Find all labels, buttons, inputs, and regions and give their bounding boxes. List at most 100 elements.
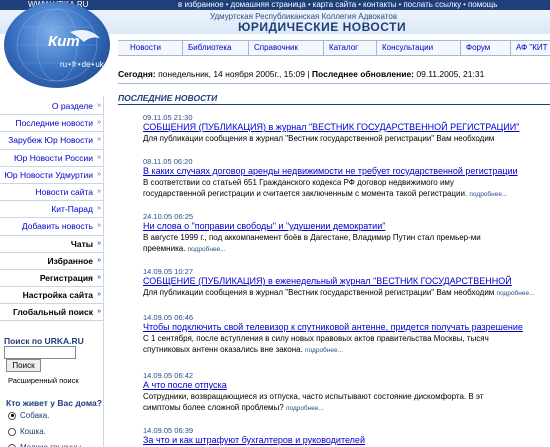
updated-value: 09.11.2005, 21:31 <box>416 69 485 79</box>
news-date: 24.10.05 06:25 <box>143 212 194 221</box>
sidebar-item[interactable]: Глобальный поиск » <box>0 304 103 322</box>
sidebar-item[interactable]: Зарубеж Юр Новости » <box>0 132 103 150</box>
updated-label: Последнее обновление: <box>311 69 415 79</box>
poll-option[interactable]: Кошка. <box>8 427 46 436</box>
news-text: В августе 1999 г., под аккомпанемент боё… <box>143 232 550 243</box>
sidebar-item[interactable]: Чаты » <box>0 236 103 253</box>
sidebar-item[interactable]: Новости сайта » <box>0 184 103 202</box>
nav-tab[interactable]: Каталог <box>329 43 358 52</box>
date-divider <box>118 83 550 84</box>
top-link[interactable]: карта сайта <box>313 0 357 9</box>
globe-logo[interactable]: Кит ru•fr•de•uk <box>4 2 110 88</box>
date-separator: | <box>307 69 310 79</box>
language-link[interactable]: de <box>82 60 91 69</box>
top-link[interactable]: в избранное <box>178 0 224 9</box>
top-link[interactable]: контакты <box>363 0 396 9</box>
sidebar-item-label: Юр Новости Удмуртии <box>4 169 93 180</box>
sidebar-item[interactable]: О разделе » <box>0 98 103 116</box>
chevron-right-icon: » <box>97 239 101 247</box>
more-link[interactable]: подробнее... <box>497 290 535 297</box>
news-date: 14.09.05 06:46 <box>143 313 194 322</box>
sidebar: О разделе» Последние новости» Зарубеж Юр Н… <box>0 98 103 322</box>
news-title-link[interactable]: СОБЩЕНИЯ (ПУБЛИКАЦИЯ) в журнал "ВЕСТНИК … <box>143 122 550 133</box>
sidebar-item-label: Юр Новости России <box>14 152 93 163</box>
news-text-line: Для публикации сообщения в журнал "Вестн… <box>143 288 495 297</box>
logo-text: Кит <box>48 33 80 50</box>
news-text: спутниковых антенн оказались вне закона.… <box>143 344 550 356</box>
news-text-line: С 1 сентября, после вступления в силу но… <box>143 334 489 343</box>
more-link[interactable]: подробнее... <box>188 246 226 253</box>
chevron-right-icon: » <box>97 291 101 299</box>
chevron-right-icon: » <box>97 273 101 281</box>
radio-icon[interactable] <box>8 427 16 436</box>
poll-option-label: Мелкие грызуны. <box>20 443 83 447</box>
news-title-link[interactable]: Ни слова о "поправии свободы" и "удушени… <box>143 221 550 232</box>
news-text-line: преемника. <box>143 244 186 253</box>
news-text: Для публикации сообщения в журнал "Вестн… <box>143 287 550 299</box>
site-title: ЮРИДИЧЕСКИЕ НОВОСТИ <box>238 20 407 34</box>
news-title-link[interactable]: За что и как штрафуют бухгалтеров и руко… <box>143 435 550 446</box>
news-text-line: Для публикации сообщения в журнал "Вестн… <box>143 134 495 143</box>
advanced-search-link[interactable]: Расширенный поиск <box>8 376 79 385</box>
sidebar-item[interactable]: Кит-Парад » <box>0 201 103 219</box>
nav-tab-separator <box>376 41 377 55</box>
news-text: преемника. подробнее... <box>143 243 550 255</box>
top-link[interactable]: домашняя страница <box>231 0 306 9</box>
nav-tab[interactable]: Библиотека <box>188 43 232 52</box>
nav-tab-separator <box>182 41 183 55</box>
news-section-title: ПОСЛЕДНИЕ НОВОСТИ <box>118 93 218 103</box>
news-date: 14.09.05 06:42 <box>143 371 194 380</box>
news-date: 14.09.05 10:27 <box>143 267 194 276</box>
chevron-right-icon: » <box>97 256 101 264</box>
nav-tab-separator <box>323 41 324 55</box>
sidebar-item-label: Последние новости <box>15 118 93 129</box>
nav-tab[interactable]: Новости <box>130 43 161 52</box>
news-date: 14.09.05 06:39 <box>143 426 194 435</box>
top-link-separator: • <box>307 0 311 9</box>
sidebar-item[interactable]: Регистрация » <box>0 270 103 288</box>
nav-tab[interactable]: Консультации <box>382 43 433 52</box>
news-text-line: спутниковых антенн оказались вне закона. <box>143 345 303 354</box>
news-title-link[interactable]: А что после отпуска <box>143 380 550 391</box>
sidebar-item[interactable]: Юр Новости Удмуртии » <box>0 167 103 184</box>
top-link-separator: • <box>225 0 229 9</box>
news-item: 09.11.05 21:30 СОБЩЕНИЯ (ПУБЛИКАЦИЯ) в жу… <box>143 113 550 144</box>
top-link[interactable]: помощь <box>468 0 497 9</box>
language-link[interactable]: uk <box>95 60 103 69</box>
more-link[interactable]: подробнее... <box>286 405 324 412</box>
news-text-line: государственной регистрации и считается … <box>143 189 468 198</box>
more-link[interactable]: подробнее... <box>469 191 507 198</box>
poll-option[interactable]: Мелкие грызуны. <box>8 443 83 447</box>
news-text: Для публикации сообщения в журнал "Вестн… <box>143 133 550 144</box>
search-button[interactable]: Поиск <box>6 359 41 372</box>
poll-option-label: Кошка. <box>20 427 46 436</box>
poll-option[interactable]: Собака. <box>8 411 49 420</box>
chevron-right-icon: » <box>97 170 101 178</box>
radio-icon[interactable] <box>8 411 16 420</box>
sidebar-item-label: Настройка сайта <box>22 290 93 301</box>
news-title-link[interactable]: В каких случаях договор аренды недвижимо… <box>143 166 550 177</box>
nav-tab[interactable]: Форум <box>466 43 490 52</box>
chevron-right-icon: » <box>97 308 101 316</box>
sidebar-item-label: Регистрация <box>39 272 93 283</box>
news-text: симптомы более сложной проблемы? подробн… <box>143 402 550 414</box>
sidebar-item[interactable]: Юр Новости России » <box>0 150 103 167</box>
language-links: ru•fr•de•uk <box>60 60 104 69</box>
more-link[interactable]: подробнее... <box>305 347 343 354</box>
search-input[interactable] <box>4 346 76 359</box>
news-item: 14.09.05 06:42 А что после отпуска Сотрудн… <box>143 371 550 414</box>
nav-tab[interactable]: АФ "КИТ <box>516 43 548 52</box>
sidebar-item-label: Глобальный поиск <box>13 307 93 318</box>
sidebar-item-label: Новости сайта <box>35 186 93 197</box>
sidebar-item[interactable]: Избранное » <box>0 253 103 270</box>
news-title-link[interactable]: Чтобы подключить свой телевизор к спутни… <box>143 322 550 333</box>
top-link[interactable]: послать ссылку <box>403 0 461 9</box>
sidebar-item[interactable]: Настройка сайта » <box>0 287 103 305</box>
sidebar-divider <box>103 96 104 447</box>
sidebar-item[interactable]: Последние новости » <box>0 115 103 133</box>
nav-tab[interactable]: Справочник <box>254 43 298 52</box>
sidebar-item[interactable]: Добавить новость » <box>0 218 103 236</box>
news-title-link[interactable]: СОБЩЕНИЕ (ПУБЛИКАЦИЯ) в еженедельный жур… <box>143 276 550 287</box>
search-title: Поиск по URKA.RU <box>4 336 84 346</box>
chevron-right-icon: » <box>97 102 101 109</box>
